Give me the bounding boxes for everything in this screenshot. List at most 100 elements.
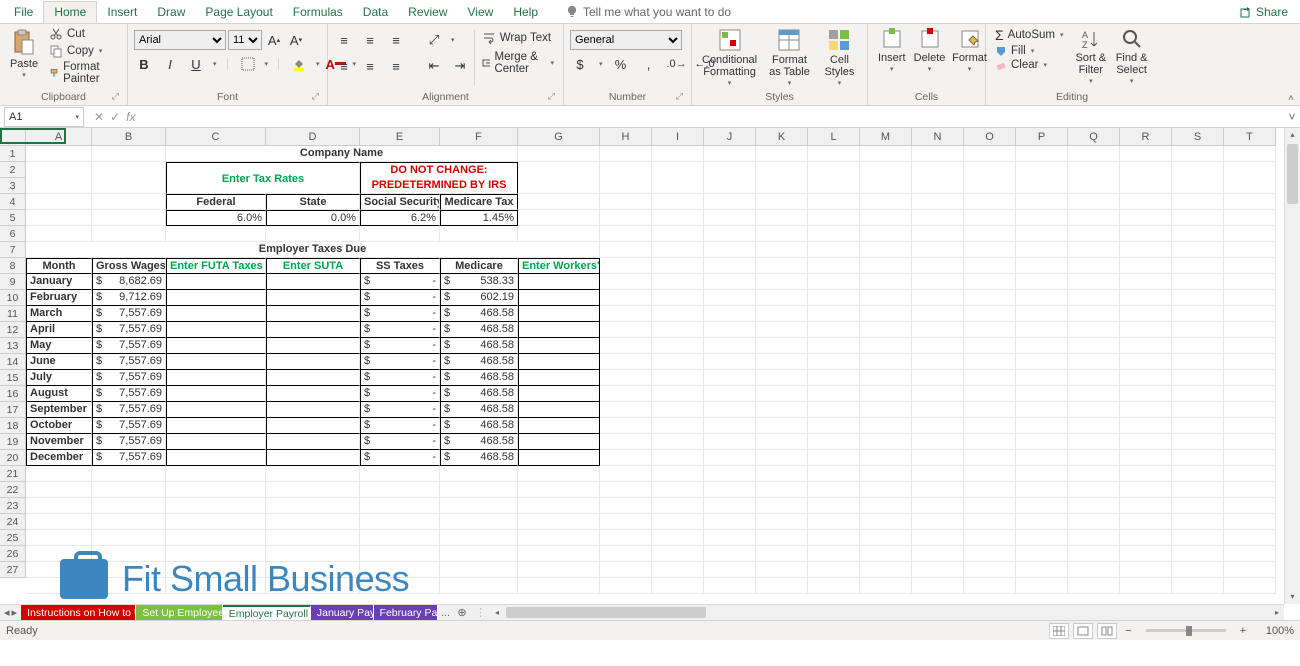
cell-T5[interactable] [1224, 226, 1276, 242]
cell-Q15[interactable] [1068, 386, 1120, 402]
cell-K22[interactable] [756, 498, 808, 514]
cell-H17[interactable] [600, 418, 652, 434]
cell-N3[interactable] [912, 194, 964, 210]
cell-B23[interactable] [92, 514, 166, 530]
cell-P3[interactable] [1016, 194, 1068, 210]
cell-L23[interactable] [808, 514, 860, 530]
cell-M20[interactable] [860, 466, 912, 482]
cell-I16[interactable] [652, 402, 704, 418]
cell-D8[interactable] [266, 274, 360, 290]
cell-Q8[interactable] [1068, 274, 1120, 290]
col-header-A[interactable]: A [26, 128, 92, 146]
col-header-O[interactable]: O [964, 128, 1016, 146]
cell-M14[interactable] [860, 370, 912, 386]
cell-D17[interactable] [266, 418, 360, 434]
cell-G27[interactable] [518, 578, 600, 594]
cell-B4[interactable] [92, 210, 166, 226]
cell-B5[interactable] [92, 226, 166, 242]
cell-N10[interactable] [912, 306, 964, 322]
cell-D27[interactable] [266, 578, 360, 594]
cell-C25[interactable] [166, 546, 266, 562]
cell-F14[interactable]: $468.58 [440, 370, 518, 386]
font-size-select[interactable]: 11 [228, 30, 262, 50]
cell-N24[interactable] [912, 530, 964, 546]
cell-I19[interactable] [652, 450, 704, 466]
cell-H1[interactable] [600, 146, 652, 162]
cell-B17[interactable]: $7,557.69 [92, 418, 166, 434]
cell-F5[interactable] [440, 226, 518, 242]
cell-H15[interactable] [600, 386, 652, 402]
cell-O3[interactable] [964, 194, 1016, 210]
cell-B24[interactable] [92, 530, 166, 546]
cell-M27[interactable] [860, 578, 912, 594]
cell-H22[interactable] [600, 498, 652, 514]
col-header-H[interactable]: H [600, 128, 652, 146]
cell-C23[interactable] [166, 514, 266, 530]
cell-S5[interactable] [1172, 226, 1224, 242]
row-header-14[interactable]: 14 [0, 354, 26, 370]
sheet-tab-3[interactable]: January Payroll [311, 605, 374, 621]
cell-O11[interactable] [964, 322, 1016, 338]
row-header-17[interactable]: 17 [0, 402, 26, 418]
cell-P5[interactable] [1016, 226, 1068, 242]
cell-O2[interactable] [964, 162, 1016, 194]
row-header-27[interactable]: 27 [0, 562, 26, 578]
cell-L12[interactable] [808, 338, 860, 354]
cell-A17[interactable]: October [26, 418, 92, 434]
row-header-7[interactable]: 7 [0, 242, 26, 258]
cell-R14[interactable] [1120, 370, 1172, 386]
cell-I8[interactable] [652, 274, 704, 290]
cell-M25[interactable] [860, 546, 912, 562]
cell-B22[interactable] [92, 498, 166, 514]
cell-I27[interactable] [652, 578, 704, 594]
cell-N16[interactable] [912, 402, 964, 418]
cell-K1[interactable] [756, 146, 808, 162]
cell-T4[interactable] [1224, 210, 1276, 226]
cell-D4[interactable]: 0.0% [266, 210, 360, 226]
cell-B3[interactable] [92, 194, 166, 210]
cell-T8[interactable] [1224, 274, 1276, 290]
cell-T1[interactable] [1224, 146, 1276, 162]
cell-E13[interactable]: $- [360, 354, 440, 370]
comma-button[interactable]: , [639, 54, 659, 74]
formula-input[interactable] [141, 107, 1284, 127]
cell-E19[interactable]: $- [360, 450, 440, 466]
cell-O18[interactable] [964, 434, 1016, 450]
vertical-scrollbar[interactable]: ▴ ▾ [1284, 128, 1300, 604]
cell-B13[interactable]: $7,557.69 [92, 354, 166, 370]
cell-Q13[interactable] [1068, 354, 1120, 370]
cell-M12[interactable] [860, 338, 912, 354]
cell-O7[interactable] [964, 258, 1016, 274]
cell-R12[interactable] [1120, 338, 1172, 354]
cell-I17[interactable] [652, 418, 704, 434]
clipboard-launcher[interactable]: ⤢ [112, 91, 119, 102]
select-all-corner[interactable] [0, 128, 26, 146]
row-header-3[interactable]: 3 [0, 178, 26, 194]
cell-C20[interactable] [166, 466, 266, 482]
cell-M22[interactable] [860, 498, 912, 514]
cell-S12[interactable] [1172, 338, 1224, 354]
cell-R23[interactable] [1120, 514, 1172, 530]
cell-S26[interactable] [1172, 562, 1224, 578]
cell-P4[interactable] [1016, 210, 1068, 226]
cell-H24[interactable] [600, 530, 652, 546]
cell-C10[interactable] [166, 306, 266, 322]
cell-T21[interactable] [1224, 482, 1276, 498]
cell-E5[interactable] [360, 226, 440, 242]
cell-B7[interactable]: Gross Wages [92, 258, 166, 274]
tab-file[interactable]: File [4, 2, 43, 22]
cell-K23[interactable] [756, 514, 808, 530]
cell-K11[interactable] [756, 322, 808, 338]
cell-S24[interactable] [1172, 530, 1224, 546]
cell-T6[interactable] [1224, 242, 1276, 258]
cell-P14[interactable] [1016, 370, 1068, 386]
cell-K25[interactable] [756, 546, 808, 562]
cell-M6[interactable] [860, 242, 912, 258]
cell-J26[interactable] [704, 562, 756, 578]
tab-draw[interactable]: Draw [147, 2, 195, 22]
col-header-D[interactable]: D [266, 128, 360, 146]
cell-K16[interactable] [756, 402, 808, 418]
cell-G12[interactable] [518, 338, 600, 354]
col-header-P[interactable]: P [1016, 128, 1068, 146]
cell-I18[interactable] [652, 434, 704, 450]
